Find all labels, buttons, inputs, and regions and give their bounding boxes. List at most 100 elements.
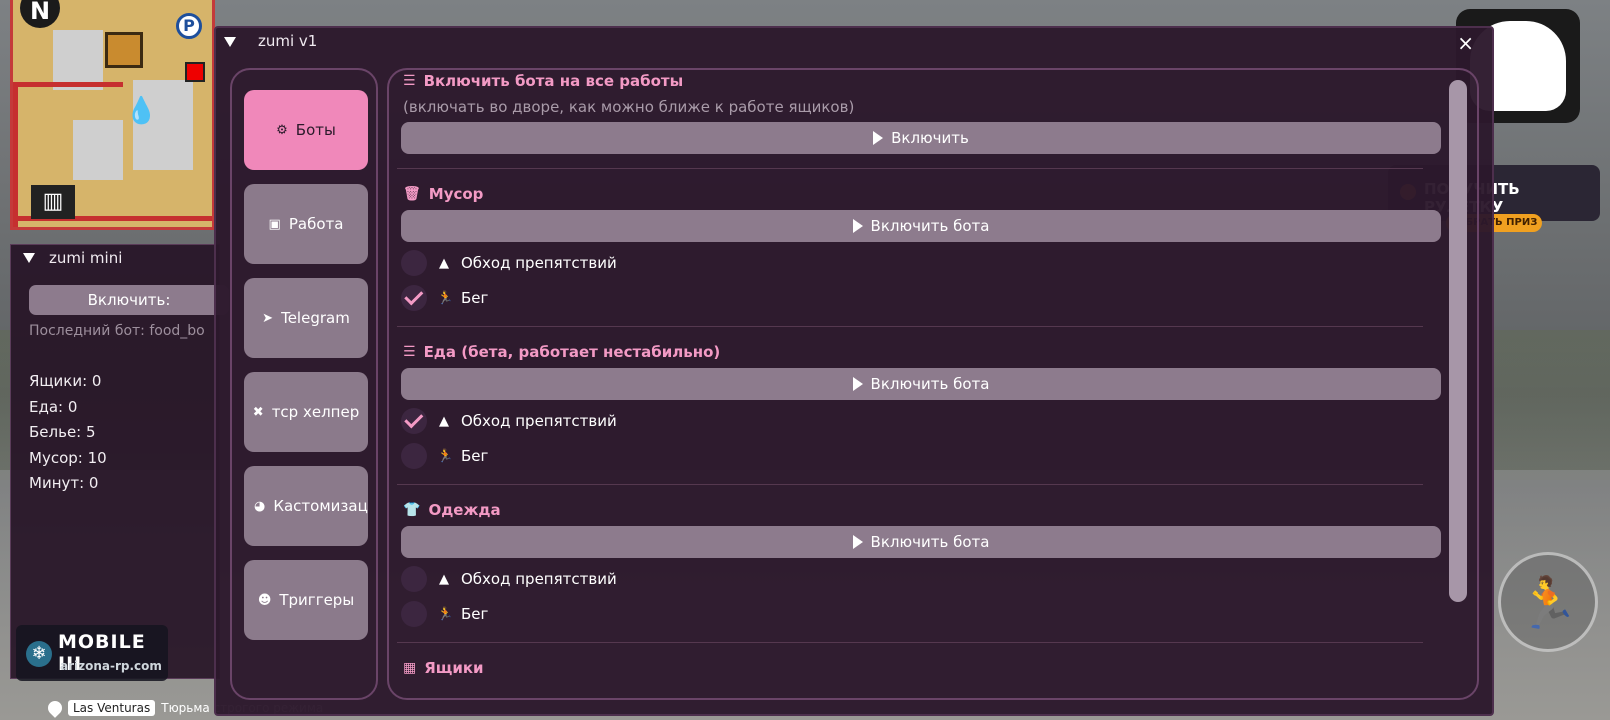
stat-food: Еда: 0	[29, 397, 78, 416]
paper-plane-icon: ➤	[262, 310, 274, 326]
gears-icon: ⚙	[276, 122, 288, 138]
enable-all-button[interactable]: Включить	[401, 122, 1441, 154]
trash-obstacle-option[interactable]: ▲ Обход препятствий	[401, 250, 617, 276]
close-icon[interactable]: ×	[1457, 31, 1474, 55]
bots-content: ☰ Включить бота на все работы (включать …	[387, 68, 1479, 700]
drop-icon: 💧	[125, 96, 158, 126]
robot-icon: ☻	[257, 592, 272, 608]
palette-icon: ◕	[254, 498, 266, 514]
shirt-icon: 👕	[403, 502, 421, 518]
option-label: Бег	[461, 605, 489, 623]
server-badge: ❄ MOBILE III arizona-rp.com	[16, 625, 168, 681]
parking-icon: P	[176, 13, 202, 39]
play-icon	[852, 219, 863, 233]
server-site: arizona-rp.com	[60, 659, 162, 673]
jail-icon: ▥	[31, 185, 75, 219]
tab-customization[interactable]: ◕ Кастомизаци	[244, 466, 368, 546]
map-building	[53, 30, 103, 90]
play-icon	[852, 535, 863, 549]
food-section-title: ☰ Еда (бета, работает нестабильно)	[403, 343, 720, 361]
mini-last-bot: Последний бот: food_bo	[29, 323, 205, 339]
list-icon: ☰	[403, 73, 416, 89]
briefcase-icon: ▣	[268, 216, 281, 232]
play-icon	[873, 131, 884, 145]
collapse-triangle-icon[interactable]	[23, 253, 35, 263]
section-title: Включить бота на все работы	[423, 72, 684, 90]
warning-icon: ▲	[439, 413, 449, 429]
collapse-triangle-icon[interactable]	[224, 37, 236, 47]
clothes-run-checkbox[interactable]	[401, 601, 427, 627]
map-building	[73, 120, 123, 180]
all-jobs-title: ☰ Включить бота на все работы	[403, 72, 683, 90]
enable-trash-bot-button[interactable]: Включить бота	[401, 210, 1441, 242]
trash-run-option[interactable]: 🏃 Бег	[401, 285, 488, 311]
boxes-section-title: ▦ Ящики	[403, 659, 484, 677]
trash-run-checkbox[interactable]	[401, 285, 427, 311]
enable-clothes-bot-button[interactable]: Включить бота	[401, 526, 1441, 558]
tab-label: Кастомизаци	[273, 497, 368, 515]
window-title: zumi v1	[258, 32, 318, 50]
stat-minutes: Минут: 0	[29, 474, 99, 492]
running-icon: 🏃	[437, 606, 454, 622]
tab-triggers[interactable]: ☻ Триггеры	[244, 560, 368, 640]
mini-enable-button[interactable]: Включить:	[29, 285, 229, 315]
option-label: Обход препятствий	[461, 570, 617, 588]
clothes-obstacle-checkbox[interactable]	[401, 566, 427, 592]
zumi-main-window: zumi v1 × ⚙ Боты ▣ Работа ➤ Telegram ✖ т…	[214, 26, 1494, 716]
map-road	[13, 82, 18, 227]
location-city: Las Venturas	[68, 700, 156, 716]
stat-boxes: Ящики: 0	[29, 372, 102, 390]
button-label: Включить бота	[870, 375, 990, 393]
option-label: Обход препятствий	[461, 254, 617, 272]
running-icon: 🏃	[437, 290, 454, 306]
location-pin-icon	[45, 698, 65, 718]
food-run-checkbox[interactable]	[401, 443, 427, 469]
play-icon	[852, 377, 863, 391]
section-title: Еда (бета, работает нестабильно)	[423, 343, 721, 361]
running-icon: 🏃	[437, 448, 454, 464]
enable-food-bot-button[interactable]: Включить бота	[401, 368, 1441, 400]
food-obstacle-option[interactable]: ▲ Обход препятствий	[401, 408, 617, 434]
divider	[397, 484, 1423, 485]
divider	[397, 168, 1423, 169]
food-run-option[interactable]: 🏃 Бег	[401, 443, 488, 469]
crate-icon	[105, 32, 143, 68]
tab-work[interactable]: ▣ Работа	[244, 184, 368, 264]
minimap: 💧 ▥ P	[10, 0, 215, 230]
section-title: Мусор	[428, 185, 484, 203]
tab-label: Telegram	[281, 309, 350, 327]
warning-icon: ▲	[439, 571, 449, 587]
clothes-run-option[interactable]: 🏃 Бег	[401, 601, 488, 627]
map-marker-icon	[185, 62, 205, 82]
divider	[397, 326, 1423, 327]
stat-linen: Белье: 5	[29, 423, 96, 441]
burger-icon: ☰	[403, 344, 416, 360]
food-obstacle-checkbox[interactable]	[401, 408, 427, 434]
scrollbar[interactable]	[1449, 80, 1467, 686]
section-title: Одежда	[428, 501, 501, 519]
sidebar: ⚙ Боты ▣ Работа ➤ Telegram ✖ тср хелпер …	[230, 68, 378, 700]
button-label: Включить бота	[870, 533, 990, 551]
button-label: Включить бота	[870, 217, 990, 235]
tab-label: Работа	[288, 215, 344, 233]
stat-trash: Мусор: 10	[29, 448, 107, 467]
trash-icon: 🗑	[403, 186, 421, 202]
map-road	[13, 82, 123, 87]
tab-tsr-helper[interactable]: ✖ тср хелпер	[244, 372, 368, 452]
clothes-obstacle-option[interactable]: ▲ Обход препятствий	[401, 566, 617, 592]
trash-obstacle-checkbox[interactable]	[401, 250, 427, 276]
running-man-icon: 🏃	[1516, 574, 1580, 632]
zumi-mini-panel: zumi mini Включить: Последний бот: food_…	[10, 244, 229, 679]
mini-title: zumi mini	[49, 249, 123, 267]
boxes-icon: ▦	[403, 660, 417, 676]
all-jobs-note: (включать во дворе, как можно ближе к ра…	[403, 98, 855, 116]
tab-telegram[interactable]: ➤ Telegram	[244, 278, 368, 358]
window-title-bar[interactable]: zumi v1 ×	[216, 28, 1492, 56]
mini-title-bar[interactable]: zumi mini	[11, 245, 219, 271]
tab-bots[interactable]: ⚙ Боты	[244, 90, 368, 170]
sprint-button[interactable]: 🏃	[1498, 552, 1598, 652]
clothes-section-title: 👕 Одежда	[403, 501, 501, 519]
scrollbar-thumb[interactable]	[1449, 80, 1467, 602]
divider	[397, 642, 1423, 643]
mini-stats: Ящики: 0 Еда: 0 Белье: 5 Мусор: 10 Минут…	[29, 369, 107, 497]
